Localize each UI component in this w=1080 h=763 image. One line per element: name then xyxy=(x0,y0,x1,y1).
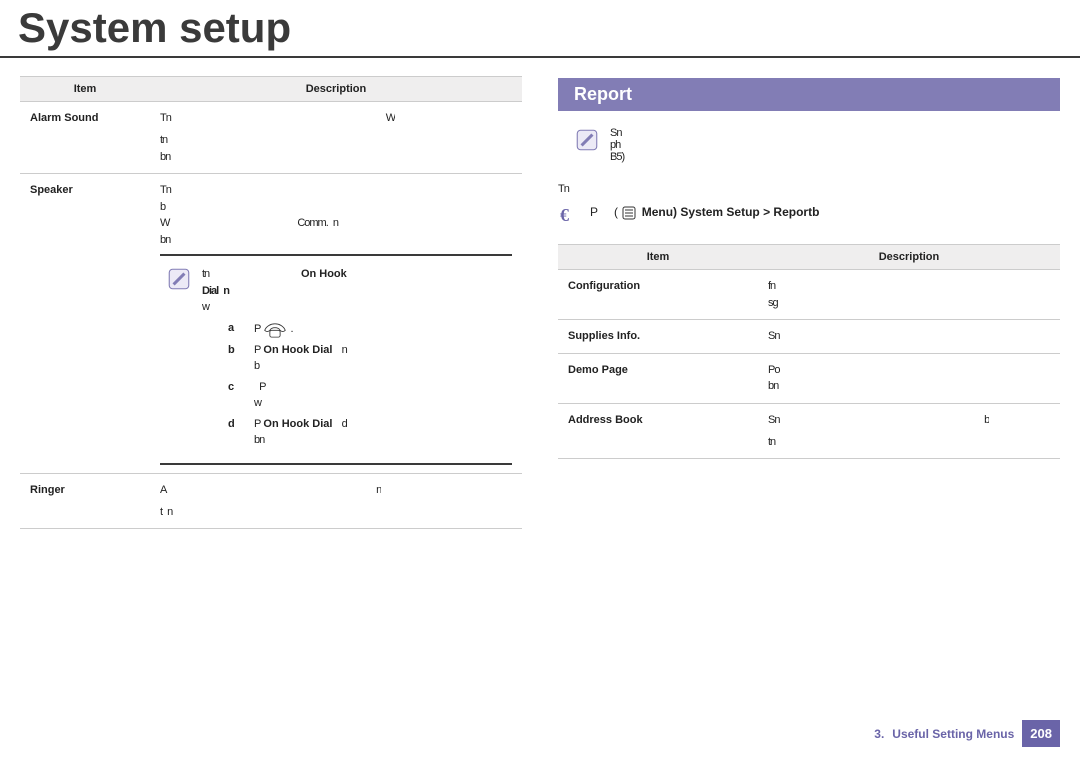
intro-text: Tn xyxy=(558,183,1060,195)
phone-icon xyxy=(263,320,287,338)
th-desc: Description xyxy=(150,77,522,102)
garbled-text: P xyxy=(254,418,260,430)
right-column: Report Sn ph B5) Tn € P ( Menu) System S… xyxy=(558,58,1060,529)
dial-label: Dial n xyxy=(202,285,229,297)
footer: 3. Useful Setting Menus 208 xyxy=(874,720,1060,747)
desc-address-book: Sn b tn xyxy=(758,403,1060,459)
report-section-header: Report xyxy=(558,78,1060,111)
garbled-text: b xyxy=(160,201,165,213)
garbled-text: Sn b xyxy=(768,412,989,429)
on-hook-label: On Hook xyxy=(301,266,347,283)
garbled-text: tn xyxy=(202,268,209,280)
right-note-box: Sn ph B5) xyxy=(574,127,1060,163)
step-c: c P w xyxy=(228,379,347,412)
footer-section-number: 3. xyxy=(874,727,884,741)
item-configuration: Configuration xyxy=(558,270,758,320)
item-alarm-sound: Alarm Sound xyxy=(20,102,150,174)
speaker-note-box: tn On Hook Dial n w a P xyxy=(160,254,512,465)
item-address-book: Address Book xyxy=(558,403,758,459)
footer-section-label: Useful Setting Menus xyxy=(892,727,1014,741)
garbled-text: fn xyxy=(768,280,775,292)
note-icon xyxy=(166,266,192,292)
page-number: 208 xyxy=(1022,720,1060,747)
garbled-text: Sn xyxy=(610,127,621,139)
menu-label: Menu) xyxy=(642,205,677,219)
table-row: Address Book Sn b tn xyxy=(558,403,1060,459)
table-row: Speaker Tn b W Comm. n bn xyxy=(20,174,522,474)
menu-icon xyxy=(622,206,636,220)
garbled-text: Po xyxy=(768,364,779,376)
th-item: Item xyxy=(558,245,758,270)
item-ringer: Ringer xyxy=(20,473,150,529)
item-demo-page: Demo Page xyxy=(558,353,758,403)
garbled-text: Tn xyxy=(160,184,171,196)
page-title: System setup xyxy=(0,0,1080,58)
garbled-text: tn xyxy=(768,436,775,448)
step-letter: b xyxy=(228,342,254,359)
table-row: Supplies Info. Sn xyxy=(558,320,1060,354)
desc-demo-page: Po bn xyxy=(758,353,1060,403)
garbled-text: A n xyxy=(160,482,381,499)
garbled-text: bn xyxy=(160,234,170,246)
th-desc: Description xyxy=(758,245,1060,270)
step-d: d P On Hook Dial d bn xyxy=(228,416,347,449)
step-letter: a xyxy=(228,320,254,337)
th-item: Item xyxy=(20,77,150,102)
step-letter: d xyxy=(228,416,254,433)
table-row: Demo Page Po bn xyxy=(558,353,1060,403)
garbled-text: bn xyxy=(768,380,778,392)
left-column: Item Description Alarm Sound Tn W tn bn xyxy=(20,58,522,529)
garbled-text: bn xyxy=(160,151,170,163)
breadcrumb: System Setup > Reportb xyxy=(680,205,819,219)
table-row: Ringer A n t n xyxy=(20,473,522,529)
garbled-text: P ( xyxy=(590,205,617,219)
garbled-text: B5) xyxy=(610,151,624,163)
step-1: € P ( Menu) System Setup > Reportb xyxy=(558,205,1060,226)
on-hook-dial-label: On Hook Dial xyxy=(263,418,338,430)
desc-speaker: Tn b W Comm. n bn tn xyxy=(150,174,522,474)
note-icon xyxy=(574,127,600,153)
garbled-text: w xyxy=(202,301,209,313)
item-speaker: Speaker xyxy=(20,174,150,474)
table-row: Configuration fn sg xyxy=(558,270,1060,320)
step-b: b P On Hook Dial n b xyxy=(228,342,347,375)
garbled-text: Tn W xyxy=(160,110,395,127)
step-a: a P . xyxy=(228,320,347,338)
garbled-text: sg xyxy=(768,297,778,309)
desc-alarm-sound: Tn W tn bn xyxy=(150,102,522,174)
garbled-text: W Comm. n xyxy=(160,217,338,229)
right-table: Item Description Configuration fn sg Sup… xyxy=(558,244,1060,459)
desc-ringer: A n t n xyxy=(150,473,522,529)
garbled-text: ph xyxy=(610,139,620,151)
desc-configuration: fn sg xyxy=(758,270,1060,320)
garbled-text: P xyxy=(254,322,260,334)
on-hook-dial-label: On Hook Dial xyxy=(263,344,338,356)
step-letter: c xyxy=(228,379,254,396)
garbled-text: . xyxy=(290,322,293,334)
garbled-text: tn xyxy=(160,134,167,146)
desc-supplies-info: Sn xyxy=(758,320,1060,354)
item-supplies-info: Supplies Info. xyxy=(558,320,758,354)
left-table: Item Description Alarm Sound Tn W tn bn xyxy=(20,76,522,529)
garbled-text: P xyxy=(254,344,260,356)
garbled-text: Sn xyxy=(768,330,779,342)
garbled-text: t n xyxy=(160,506,172,518)
garbled-text: P w xyxy=(254,379,347,412)
table-row: Alarm Sound Tn W tn bn xyxy=(20,102,522,174)
step-number: € xyxy=(560,205,590,226)
